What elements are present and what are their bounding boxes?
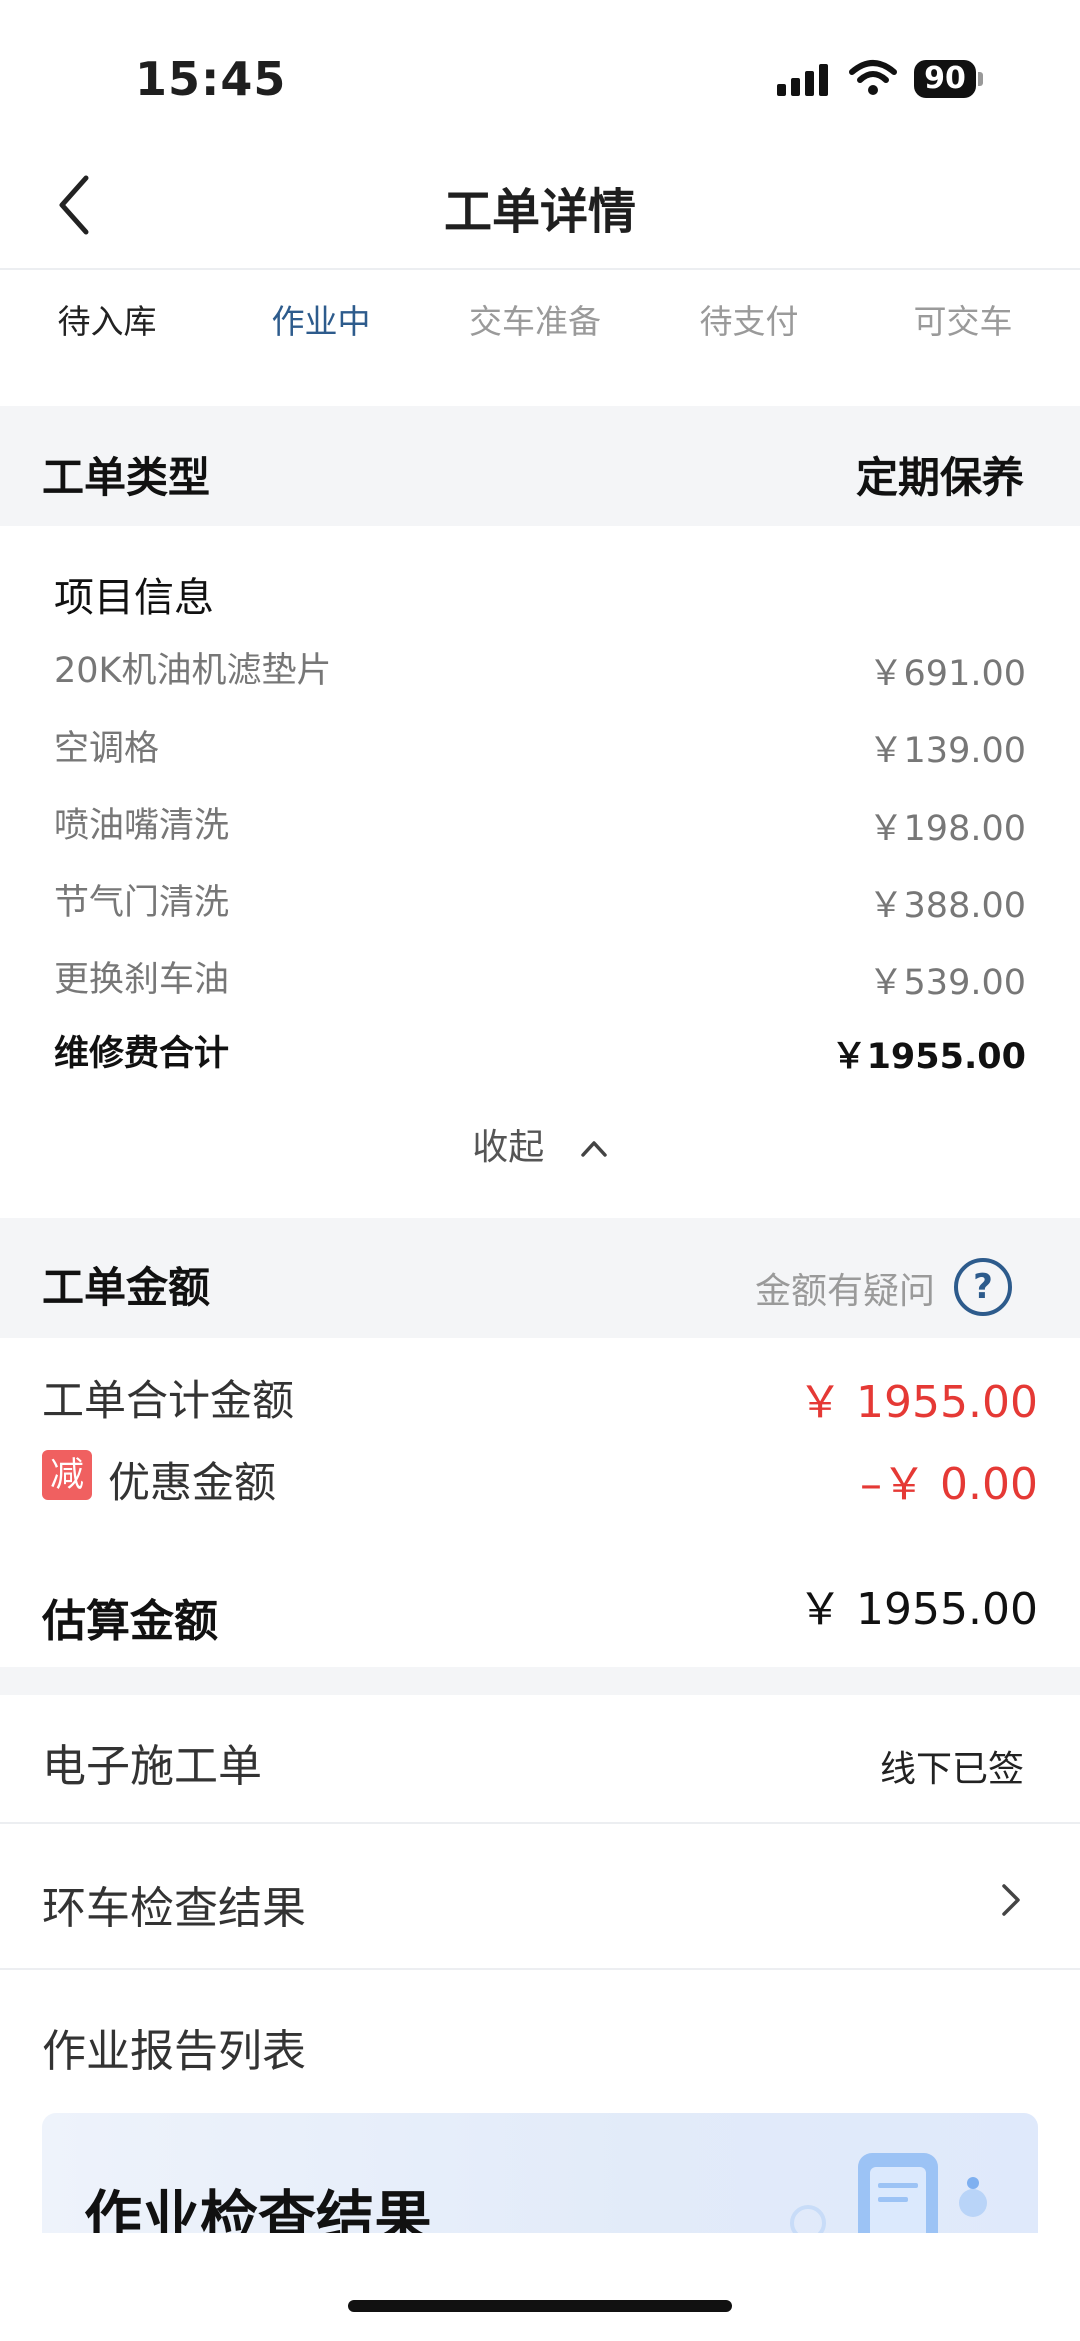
cellular-signal-icon <box>777 64 828 96</box>
collapse-label: 收起 <box>472 1127 545 1168</box>
amount-question-link[interactable]: 金额有疑问 <box>755 1262 935 1314</box>
discount-badge: 减 <box>42 1450 92 1500</box>
chevron-right-icon <box>1002 1884 1020 1916</box>
step-pending-intake[interactable]: 待入库 <box>17 295 197 343</box>
item-name: 节气门清洗 <box>54 883 230 923</box>
inspection-label: 环车检查结果 <box>42 1883 306 1934</box>
order-type-label: 工单类型 <box>42 453 211 502</box>
page-title: 工单详情 <box>443 184 636 240</box>
repair-total-value: ￥1955.00 <box>831 1037 1026 1077</box>
e-order-status: 线下已签 <box>879 1749 1024 1790</box>
item-price: ￥539.00 <box>868 963 1026 1003</box>
battery-level: 90 <box>914 60 976 98</box>
chevron-up-icon <box>580 1141 607 1157</box>
item-name: 喷油嘴清洗 <box>54 806 230 846</box>
e-order-label: 电子施工单 <box>42 1741 262 1792</box>
item-name: 空调格 <box>54 729 160 769</box>
repair-total-label: 维修费合计 <box>54 1034 230 1074</box>
home-indicator[interactable] <box>348 2300 732 2312</box>
order-total-label: 工单合计金额 <box>42 1376 295 1425</box>
divider <box>0 1968 1080 1970</box>
estimate-label: 估算金额 <box>42 1596 218 1647</box>
banner-title: 作业检查结果 <box>84 2184 433 2233</box>
discount-value: –￥ 0.00 <box>860 1459 1038 1510</box>
phone-report-illustration-icon <box>790 2153 987 2233</box>
step-in-progress[interactable]: 作业中 <box>231 295 411 343</box>
battery-icon: 90 <box>914 60 984 100</box>
item-price: ￥198.00 <box>868 809 1026 849</box>
order-type-value: 定期保养 <box>855 453 1024 502</box>
item-name: 20K机油机滤垫片 <box>54 651 332 691</box>
collapse-button[interactable]: 收起 <box>0 1118 1080 1170</box>
nav-divider <box>0 268 1080 270</box>
step-delivery-prep[interactable]: 交车准备 <box>445 295 625 343</box>
discount-label: 优惠金额 <box>108 1458 277 1507</box>
estimate-value: ￥ 1955.00 <box>798 1584 1038 1635</box>
step-pending-payment[interactable]: 待支付 <box>659 295 839 343</box>
help-icon[interactable]: ? <box>954 1258 1012 1316</box>
item-price: ￥388.00 <box>868 886 1026 926</box>
item-price: ￥139.00 <box>868 731 1026 771</box>
item-price: ￥691.00 <box>868 654 1026 694</box>
order-total-value: ￥ 1955.00 <box>798 1377 1038 1428</box>
report-list-title: 作业报告列表 <box>42 2026 306 2077</box>
inspection-result-banner[interactable]: 作业检查结果 <box>42 2113 1038 2233</box>
status-time: 15:45 <box>135 52 287 106</box>
inspection-row[interactable]: 环车检查结果 <box>0 1824 1080 1964</box>
project-info-title: 项目信息 <box>54 575 214 621</box>
order-amount-title: 工单金额 <box>42 1263 211 1312</box>
section-gap <box>0 1667 1080 1695</box>
wifi-icon <box>849 60 897 95</box>
item-name: 更换刹车油 <box>54 960 230 1000</box>
step-ready-delivery[interactable]: 可交车 <box>873 295 1053 343</box>
order-type-section: 工单类型 定期保养 <box>0 406 1080 526</box>
